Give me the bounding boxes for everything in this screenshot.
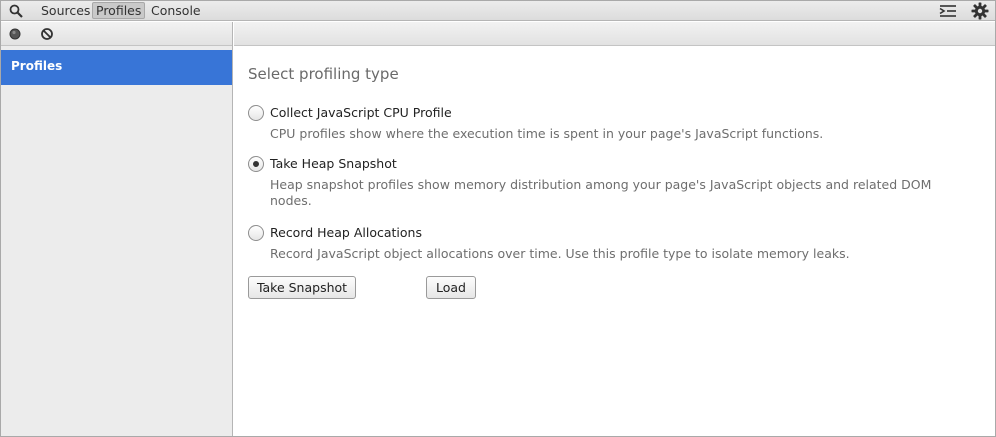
cpu-profile-label[interactable]: Collect JavaScript CPU Profile: [270, 105, 452, 121]
search-icon[interactable]: [7, 3, 25, 19]
cpu-profile-description: CPU profiles show where the execution ti…: [270, 126, 824, 141]
tab-console[interactable]: Console: [148, 2, 204, 19]
heap-snapshot-label[interactable]: Take Heap Snapshot: [270, 156, 397, 172]
cpu-profile-radio[interactable]: [248, 105, 264, 121]
profile-launcher-panel: Select profiling type Collect JavaScript…: [234, 46, 995, 436]
tab-profiles[interactable]: Profiles: [92, 2, 146, 19]
sidebar-item-profiles[interactable]: Profiles: [1, 50, 232, 85]
tab-sources[interactable]: Sources: [38, 2, 93, 19]
heap-snapshot-radio[interactable]: [248, 156, 264, 172]
main-toolbar: [234, 22, 995, 46]
load-button[interactable]: Load: [426, 276, 476, 299]
heap-allocations-label[interactable]: Record Heap Allocations: [270, 225, 422, 241]
gear-icon[interactable]: [971, 2, 989, 20]
take-snapshot-button[interactable]: Take Snapshot: [248, 276, 356, 299]
show-drawer-icon[interactable]: [939, 4, 957, 18]
profiles-sidebar: Profiles: [1, 22, 233, 436]
heap-allocations-radio[interactable]: [248, 225, 264, 241]
heap-snapshot-description: Heap snapshot profiles show memory distr…: [270, 177, 932, 208]
heap-allocations-description: Record JavaScript object allocations ove…: [270, 246, 850, 261]
devtools-tab-bar: Sources Profiles Console: [1, 1, 995, 21]
sidebar-toolbar: [1, 22, 232, 46]
page-title: Select profiling type: [248, 65, 399, 83]
record-icon[interactable]: [8, 27, 22, 41]
clear-icon[interactable]: [40, 27, 54, 41]
